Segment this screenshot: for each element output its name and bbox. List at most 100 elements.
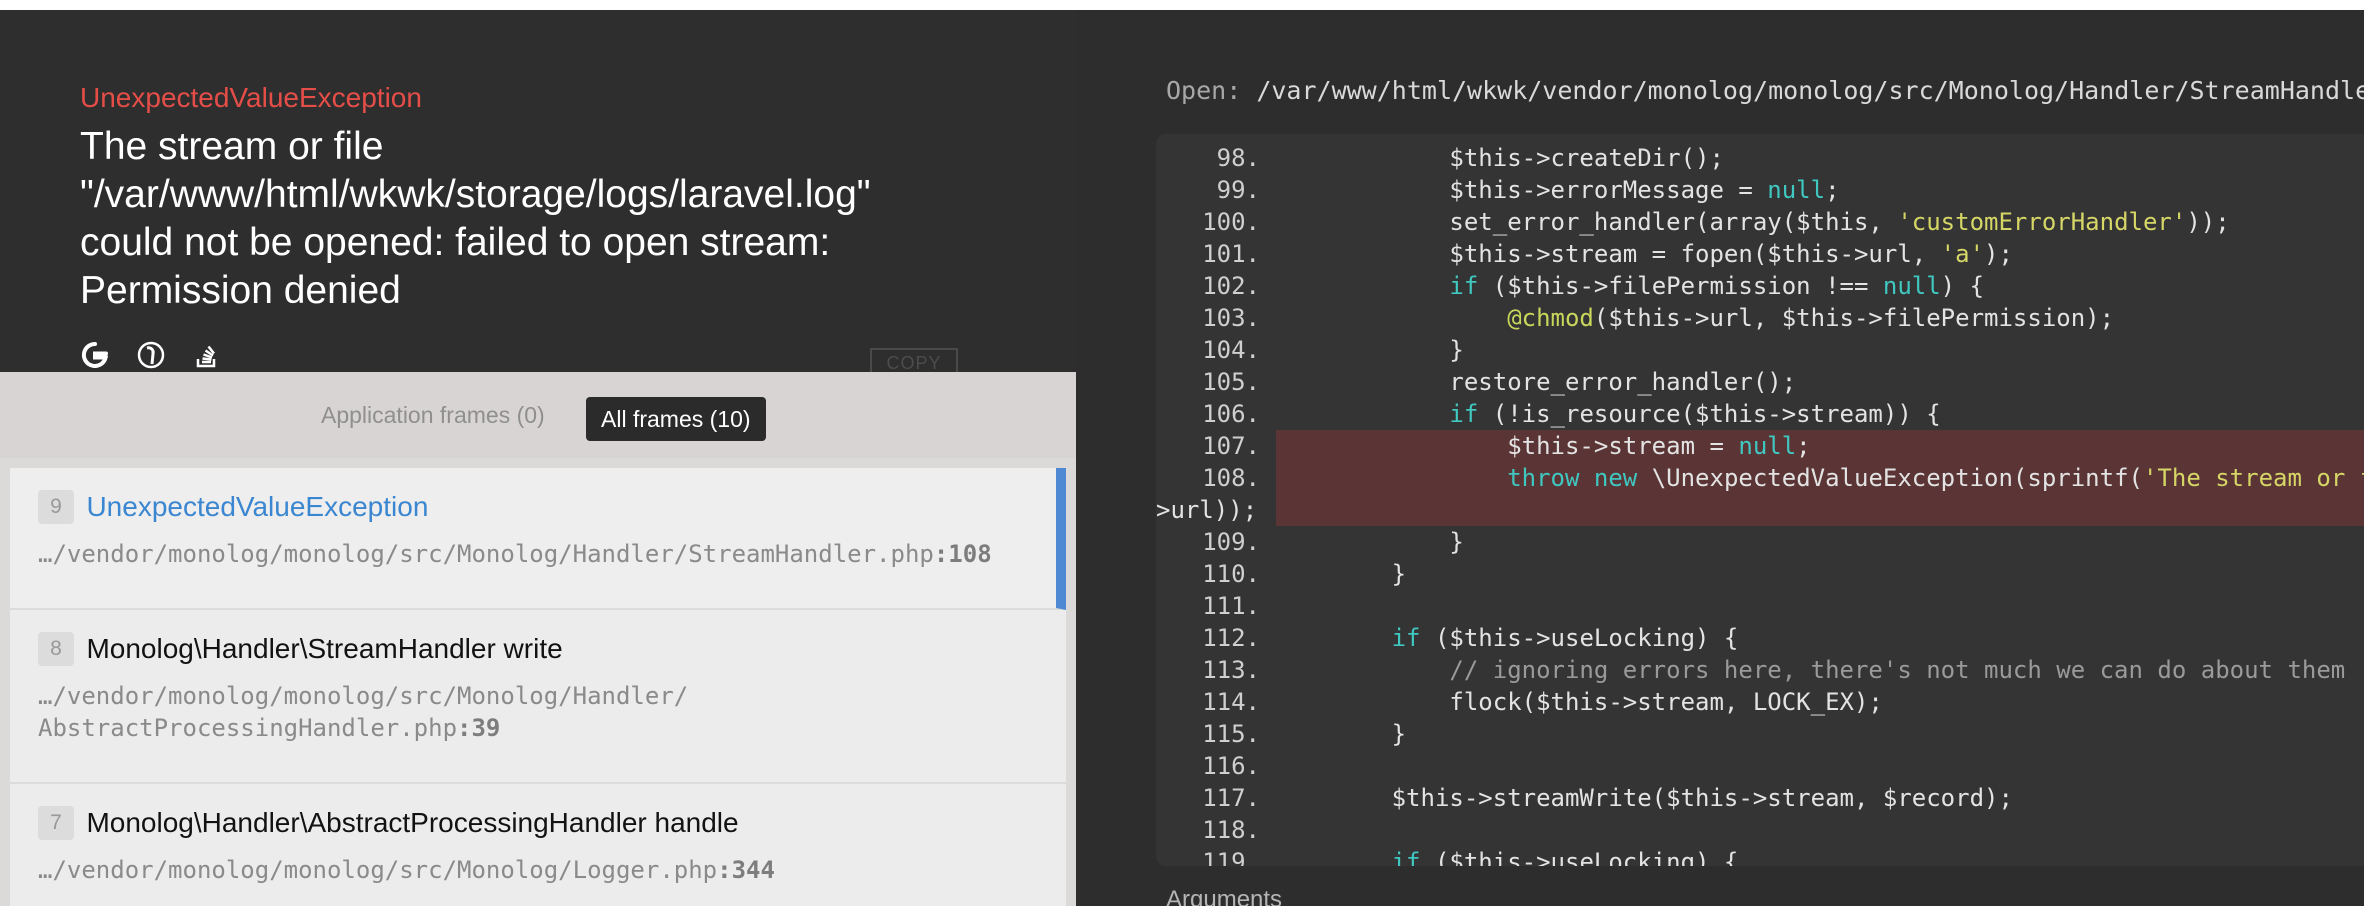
code-token: } bbox=[1276, 560, 1407, 588]
code-text: // ignoring errors here, there's not muc… bbox=[1276, 654, 2345, 686]
line-number: 107. bbox=[1202, 432, 1260, 460]
line-number: 115. bbox=[1202, 720, 1260, 748]
code-token: $this->streamWrite($this->stream, $recor… bbox=[1276, 784, 2013, 812]
duckduckgo-icon[interactable] bbox=[136, 340, 166, 370]
frame-file-path: …/vendor/monolog/monolog/src/Monolog/Han… bbox=[38, 540, 934, 568]
code-line: 103. @chmod($this->url, $this->filePermi… bbox=[1156, 302, 2364, 334]
line-number: 103. bbox=[1202, 304, 1260, 332]
code-line: 107. $this->stream = null; bbox=[1156, 430, 2364, 462]
exception-message-line: "/var/www/html/wkwk/storage/logs/laravel… bbox=[80, 173, 871, 216]
code-line: 106. if (!is_resource($this->stream)) { bbox=[1156, 398, 2364, 430]
right-panel: Open: /var/www/html/wkwk/vendor/monolog/… bbox=[1076, 10, 2364, 906]
highlight-bar bbox=[1276, 494, 2364, 526]
code-token: // ignoring errors here, there's not muc… bbox=[1276, 656, 2346, 684]
code-token: ($this->useLocking) { bbox=[1420, 624, 1739, 652]
code-token: null bbox=[1767, 176, 1826, 204]
code-token: \UnexpectedValueException(sprintf( bbox=[1637, 464, 2143, 492]
code-token: 'a' bbox=[1940, 240, 1985, 268]
code-token: ; bbox=[1796, 432, 1811, 460]
code-token: $this->errorMessage = bbox=[1276, 176, 1768, 204]
frame-item-7[interactable]: 7 Monolog\Handler\AbstractProcessingHand… bbox=[10, 784, 1066, 906]
code-token: @chmod bbox=[1507, 304, 1594, 332]
stackoverflow-icon[interactable] bbox=[192, 340, 222, 370]
frame-number: 8 bbox=[38, 632, 74, 666]
code-token: $this->stream = fopen($this->url, bbox=[1276, 240, 1941, 268]
frame-line-number: :108 bbox=[933, 540, 992, 568]
exception-message: The stream or file "/var/www/html/wkwk/s… bbox=[80, 123, 1000, 315]
tab-application-frames[interactable]: Application frames (0) bbox=[321, 397, 545, 433]
line-number: 101. bbox=[1202, 240, 1260, 268]
line-number: 118. bbox=[1202, 816, 1260, 844]
frame-file-path: AbstractProcessingHandler.php bbox=[38, 714, 458, 742]
code-line: 112. if ($this->useLocking) { bbox=[1156, 622, 2364, 654]
code-token: ($this->useLocking) { bbox=[1420, 848, 1739, 866]
code-line: 114. flock($this->stream, LOCK_EX); bbox=[1156, 686, 2364, 718]
frame-file: …/vendor/monolog/monolog/src/Monolog/Han… bbox=[38, 680, 1038, 744]
code-text: } bbox=[1276, 526, 1464, 558]
code-text: >url)); bbox=[1156, 494, 1257, 526]
frame-line-number: :39 bbox=[457, 714, 501, 742]
exception-message-line: Permission denied bbox=[80, 269, 401, 312]
code-text: flock($this->stream, LOCK_EX); bbox=[1276, 686, 1883, 718]
code-token: null bbox=[1882, 272, 1941, 300]
code-line: >url)); bbox=[1156, 494, 2364, 526]
code-text: @chmod($this->url, $this->filePermission… bbox=[1276, 302, 2114, 334]
code-line: 99. $this->errorMessage = null; bbox=[1156, 174, 2364, 206]
line-number: 116. bbox=[1202, 752, 1260, 780]
code-text: } bbox=[1276, 558, 1406, 590]
code-text: $this->stream = fopen($this->url, 'a'); bbox=[1276, 238, 2013, 270]
frame-number: 7 bbox=[38, 806, 74, 840]
frame-item-8[interactable]: 8 Monolog\Handler\StreamHandler write …/… bbox=[10, 610, 1066, 784]
frame-line-number: :344 bbox=[717, 856, 775, 884]
code-line: 119. if ($this->useLocking) { bbox=[1156, 846, 2364, 866]
code-line: 111. bbox=[1156, 590, 2364, 622]
code-text: $this->stream = null; bbox=[1276, 430, 1811, 462]
line-number: 104. bbox=[1202, 336, 1260, 364]
tab-all-frames[interactable]: All frames (10) bbox=[586, 397, 766, 441]
frames-tabs: Application frames (0) All frames (10) bbox=[0, 372, 1076, 458]
code-token: ) { bbox=[1940, 272, 1985, 300]
code-token: } bbox=[1276, 336, 1464, 364]
code-token: set_error_handler(array($this, bbox=[1276, 208, 1898, 236]
code-line: 108. throw new \UnexpectedValueException… bbox=[1156, 462, 2364, 494]
frame-file-path: …/vendor/monolog/monolog/src/Monolog/Log… bbox=[38, 856, 718, 884]
code-text: $this->errorMessage = null; bbox=[1276, 174, 1840, 206]
line-number: 105. bbox=[1202, 368, 1260, 396]
code-text: if ($this->filePermission !== null) { bbox=[1276, 270, 1984, 302]
code-token: restore_error_handler(); bbox=[1276, 368, 1797, 396]
copy-button[interactable]: COPY bbox=[870, 348, 958, 374]
code-text: if (!is_resource($this->stream)) { bbox=[1276, 398, 1940, 430]
code-text: if ($this->useLocking) { bbox=[1276, 846, 1739, 866]
code-token: ; bbox=[1825, 176, 1840, 204]
google-icon[interactable] bbox=[80, 340, 110, 370]
code-text: $this->createDir(); bbox=[1276, 142, 1724, 174]
line-number: 98. bbox=[1216, 144, 1260, 172]
frame-file: …/vendor/monolog/monolog/src/Monolog/Han… bbox=[38, 538, 1028, 570]
exception-message-line: The stream or file bbox=[80, 125, 384, 168]
code-line: 116. bbox=[1156, 750, 2364, 782]
code-token: } bbox=[1276, 528, 1464, 556]
line-number: 111. bbox=[1202, 592, 1260, 620]
line-number: 106. bbox=[1202, 400, 1260, 428]
code-text: set_error_handler(array($this, 'customEr… bbox=[1276, 206, 2229, 238]
code-text: restore_error_handler(); bbox=[1276, 366, 1796, 398]
code-lines: 98. $this->createDir(); 99. $this->errorM… bbox=[1156, 142, 2364, 866]
line-number: 100. bbox=[1202, 208, 1260, 236]
line-number: 117. bbox=[1202, 784, 1260, 812]
code-token: new bbox=[1593, 464, 1638, 492]
code-token: if bbox=[1449, 400, 1479, 428]
code-line: 101. $this->stream = fopen($this->url, '… bbox=[1156, 238, 2364, 270]
line-number: 109. bbox=[1202, 528, 1260, 556]
open-file-link[interactable]: Open: /var/www/html/wkwk/vendor/monolog/… bbox=[1166, 76, 2364, 105]
line-number: 110. bbox=[1202, 560, 1260, 588]
frame-item-9[interactable]: 9 UnexpectedValueException …/vendor/mono… bbox=[10, 468, 1066, 610]
frame-class: Monolog\Handler\StreamHandler write bbox=[86, 633, 563, 664]
code-token: flock($this->stream, LOCK_EX); bbox=[1276, 688, 1883, 716]
code-text: if ($this->useLocking) { bbox=[1276, 622, 1739, 654]
frame-class: Monolog\Handler\AbstractProcessingHandle… bbox=[86, 807, 739, 838]
code-token: ); bbox=[1984, 240, 2013, 268]
code-line: 118. bbox=[1156, 814, 2364, 846]
left-panel: UnexpectedValueException The stream or f… bbox=[0, 10, 1076, 906]
